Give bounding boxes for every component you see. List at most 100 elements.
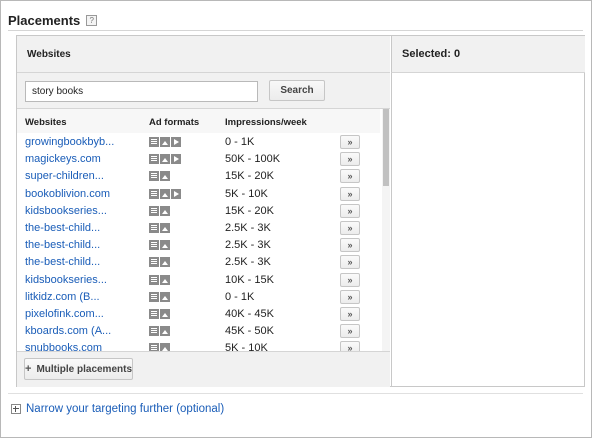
video-ad-icon (171, 137, 181, 147)
add-placement-button[interactable]: » (340, 306, 360, 321)
image-ad-icon (160, 343, 170, 351)
website-link[interactable]: kboards.com (A... (25, 325, 111, 337)
impressions-value: 2.5K - 3K (225, 221, 271, 234)
text-ad-icon (149, 291, 159, 302)
website-link[interactable]: super-children... (25, 170, 104, 182)
table-row: snubbooks.com 5K - 10K » (17, 340, 380, 351)
selected-list (391, 73, 585, 386)
ad-formats (149, 188, 182, 199)
table-row: magickeys.com 50K - 100K » (17, 151, 380, 168)
text-ad-icon (149, 222, 159, 233)
selected-count: Selected: 0 (402, 48, 461, 60)
ad-formats (149, 171, 171, 182)
website-link[interactable]: the-best-child... (25, 256, 100, 268)
table-row: bookoblivion.com 5K - 10K » (17, 186, 380, 203)
add-placement-button[interactable]: » (340, 341, 360, 351)
add-placement-button[interactable]: » (340, 289, 360, 304)
multiple-placements-label: Multiple placements (36, 363, 133, 375)
image-ad-icon (160, 257, 170, 268)
impressions-value: 0 - 1K (225, 136, 255, 148)
text-ad-icon (149, 308, 159, 319)
text-ad-icon (149, 188, 159, 199)
table-row: growingbookbyb... 0 - 1K » (17, 134, 380, 151)
website-link[interactable]: bookoblivion.com (25, 188, 110, 200)
add-placement-button[interactable]: » (340, 220, 360, 235)
text-ad-icon (149, 205, 159, 216)
impressions-value: 5K - 10K (225, 342, 268, 351)
website-link[interactable]: magickeys.com (25, 153, 101, 165)
scrollbar-thumb[interactable] (383, 109, 389, 186)
add-placement-button[interactable]: » (340, 255, 360, 270)
ad-formats (149, 240, 171, 251)
add-placement-button[interactable]: » (340, 135, 360, 149)
placements-header: Placements ? (8, 13, 98, 28)
add-placement-button[interactable]: » (340, 152, 360, 167)
image-ad-icon (160, 291, 170, 302)
page-title: Placements (8, 13, 81, 28)
impressions-value: 2.5K - 3K (225, 239, 271, 252)
panel-footer: + Multiple placements (17, 351, 390, 387)
image-ad-icon (160, 137, 170, 147)
title-divider (8, 30, 583, 31)
text-ad-icon (149, 171, 159, 182)
table-row: the-best-child... 2.5K - 3K » (17, 237, 380, 254)
add-placement-button[interactable]: » (340, 324, 360, 339)
impressions-value: 40K - 45K (225, 307, 274, 320)
add-placement-button[interactable]: » (340, 272, 360, 287)
ad-formats (149, 205, 171, 216)
video-ad-icon (171, 188, 181, 199)
text-ad-icon (149, 257, 159, 268)
placements-panel: Websites Selected: 0 Search Websites Ad … (16, 35, 585, 387)
table-row: kboards.com (A... 45K - 50K » (17, 323, 380, 340)
narrow-targeting[interactable]: Narrow your targeting further (optional) (11, 403, 224, 415)
selected-header: Selected: 0 (391, 36, 585, 73)
website-link[interactable]: kidsbookseries... (25, 274, 107, 286)
table-row: litkidz.com (B... 0 - 1K » (17, 289, 380, 306)
add-placement-button[interactable]: » (340, 203, 360, 218)
search-bar: Search (17, 73, 390, 109)
footer-divider (8, 393, 583, 394)
table-row: the-best-child... 2.5K - 3K » (17, 220, 380, 237)
image-ad-icon (160, 222, 170, 233)
ad-formats (149, 308, 171, 319)
placements-window: Placements ? Websites Selected: 0 Search… (0, 0, 592, 438)
text-ad-icon (149, 326, 159, 337)
ad-formats (149, 257, 171, 268)
websites-title: Websites (27, 49, 71, 60)
website-link[interactable]: litkidz.com (B... (25, 291, 100, 303)
image-ad-icon (160, 154, 170, 165)
image-ad-icon (160, 308, 170, 319)
impressions-value: 45K - 50K (225, 325, 274, 338)
search-button[interactable]: Search (269, 80, 325, 101)
website-link[interactable]: snubbooks.com (25, 342, 102, 351)
text-ad-icon (149, 154, 159, 165)
website-link[interactable]: growingbookbyb... (25, 136, 114, 148)
ad-formats (149, 154, 182, 165)
ad-formats (149, 222, 171, 233)
table-scrollbar[interactable] (382, 109, 390, 351)
add-placement-button[interactable]: » (340, 238, 360, 253)
narrow-targeting-link[interactable]: Narrow your targeting further (optional) (26, 403, 224, 415)
multiple-placements-button[interactable]: + Multiple placements (24, 358, 133, 380)
website-link[interactable]: kidsbookseries... (25, 205, 107, 217)
search-input[interactable] (25, 81, 258, 102)
table-row: pixelofink.com... 40K - 45K » (17, 306, 380, 323)
impressions-value: 5K - 10K (225, 187, 268, 200)
impressions-value: 10K - 15K (225, 273, 274, 286)
ad-formats (149, 274, 171, 285)
table-row: the-best-child... 2.5K - 3K » (17, 254, 380, 271)
website-link[interactable]: the-best-child... (25, 222, 100, 234)
add-placement-button[interactable]: » (340, 186, 360, 201)
plus-icon: + (25, 363, 32, 375)
expand-icon[interactable] (11, 404, 21, 414)
website-link[interactable]: the-best-child... (25, 239, 100, 251)
text-ad-icon (149, 240, 159, 251)
video-ad-icon (171, 154, 181, 165)
impressions-value: 0 - 1K (225, 290, 255, 303)
image-ad-icon (160, 188, 170, 199)
add-placement-button[interactable]: » (340, 169, 360, 184)
website-link[interactable]: pixelofink.com... (25, 308, 104, 320)
impressions-value: 15K - 20K (225, 204, 274, 217)
help-icon[interactable]: ? (86, 15, 98, 26)
image-ad-icon (160, 240, 170, 251)
